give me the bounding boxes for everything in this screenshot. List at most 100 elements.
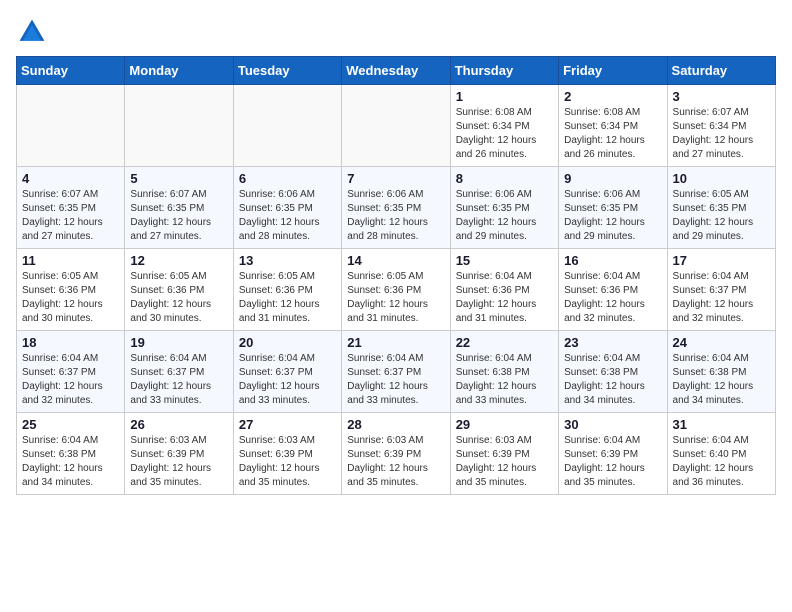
weekday-header-thursday: Thursday xyxy=(450,57,558,85)
weekday-header-tuesday: Tuesday xyxy=(233,57,341,85)
day-number: 18 xyxy=(22,335,119,350)
calendar-day-cell xyxy=(233,85,341,167)
day-info: Sunrise: 6:05 AM Sunset: 6:36 PM Dayligh… xyxy=(347,270,444,326)
day-info: Sunrise: 6:03 AM Sunset: 6:39 PM Dayligh… xyxy=(239,434,336,490)
day-info: Sunrise: 6:08 AM Sunset: 6:34 PM Dayligh… xyxy=(564,106,661,162)
day-number: 27 xyxy=(239,417,336,432)
day-info: Sunrise: 6:03 AM Sunset: 6:39 PM Dayligh… xyxy=(456,434,553,490)
calendar-week-row: 1 Sunrise: 6:08 AM Sunset: 6:34 PM Daylig… xyxy=(17,85,776,167)
day-info: Sunrise: 6:04 AM Sunset: 6:37 PM Dayligh… xyxy=(130,352,227,408)
day-number: 28 xyxy=(347,417,444,432)
day-info: Sunrise: 6:08 AM Sunset: 6:34 PM Dayligh… xyxy=(456,106,553,162)
calendar-day-cell: 22 Sunrise: 6:04 AM Sunset: 6:38 PM Dayli… xyxy=(450,331,558,413)
day-number: 5 xyxy=(130,171,227,186)
calendar-day-cell: 16 Sunrise: 6:04 AM Sunset: 6:36 PM Dayli… xyxy=(559,249,667,331)
calendar-day-cell: 31 Sunrise: 6:04 AM Sunset: 6:40 PM Dayli… xyxy=(667,413,775,495)
day-number: 3 xyxy=(673,89,770,104)
day-number: 6 xyxy=(239,171,336,186)
day-number: 1 xyxy=(456,89,553,104)
calendar-day-cell: 8Sunrise: 6:06 AM Sunset: 6:35 PM Daylig… xyxy=(450,167,558,249)
day-info: Sunrise: 6:04 AM Sunset: 6:37 PM Dayligh… xyxy=(347,352,444,408)
day-number: 16 xyxy=(564,253,661,268)
day-info: Sunrise: 6:04 AM Sunset: 6:38 PM Dayligh… xyxy=(564,352,661,408)
calendar-day-cell: 20 Sunrise: 6:04 AM Sunset: 6:37 PM Dayli… xyxy=(233,331,341,413)
calendar-day-cell: 7 Sunrise: 6:06 AM Sunset: 6:35 PM Daylig… xyxy=(342,167,450,249)
calendar-day-cell: 17 Sunrise: 6:04 AM Sunset: 6:37 PM Dayli… xyxy=(667,249,775,331)
day-info: Sunrise: 6:07 AM Sunset: 6:35 PM Dayligh… xyxy=(22,188,119,244)
calendar-day-cell xyxy=(17,85,125,167)
day-number: 29 xyxy=(456,417,553,432)
day-number: 7 xyxy=(347,171,444,186)
calendar-day-cell: 5 Sunrise: 6:07 AM Sunset: 6:35 PM Daylig… xyxy=(125,167,233,249)
calendar-day-cell: 24Sunrise: 6:04 AM Sunset: 6:38 PM Dayli… xyxy=(667,331,775,413)
day-info: Sunrise: 6:04 AM Sunset: 6:36 PM Dayligh… xyxy=(456,270,553,326)
weekday-header-monday: Monday xyxy=(125,57,233,85)
day-number: 31 xyxy=(673,417,770,432)
day-number: 12 xyxy=(130,253,227,268)
day-number: 4 xyxy=(22,171,119,186)
calendar-day-cell: 23 Sunrise: 6:04 AM Sunset: 6:38 PM Dayli… xyxy=(559,331,667,413)
calendar-week-row: 4 Sunrise: 6:07 AM Sunset: 6:35 PM Daylig… xyxy=(17,167,776,249)
calendar-day-cell: 6 Sunrise: 6:06 AM Sunset: 6:35 PM Daylig… xyxy=(233,167,341,249)
calendar-day-cell: 28Sunrise: 6:03 AM Sunset: 6:39 PM Dayli… xyxy=(342,413,450,495)
weekday-header-saturday: Saturday xyxy=(667,57,775,85)
day-info: Sunrise: 6:04 AM Sunset: 6:38 PM Dayligh… xyxy=(22,434,119,490)
calendar-day-cell: 13 Sunrise: 6:05 AM Sunset: 6:36 PM Dayli… xyxy=(233,249,341,331)
calendar-week-row: 25Sunrise: 6:04 AM Sunset: 6:38 PM Dayli… xyxy=(17,413,776,495)
day-number: 22 xyxy=(456,335,553,350)
calendar-day-cell: 15 Sunrise: 6:04 AM Sunset: 6:36 PM Dayli… xyxy=(450,249,558,331)
day-info: Sunrise: 6:07 AM Sunset: 6:34 PM Dayligh… xyxy=(673,106,770,162)
day-number: 19 xyxy=(130,335,227,350)
day-info: Sunrise: 6:04 AM Sunset: 6:37 PM Dayligh… xyxy=(239,352,336,408)
day-number: 13 xyxy=(239,253,336,268)
calendar-day-cell: 2 Sunrise: 6:08 AM Sunset: 6:34 PM Daylig… xyxy=(559,85,667,167)
logo-icon xyxy=(16,16,48,48)
calendar-table: SundayMondayTuesdayWednesdayThursdayFrid… xyxy=(16,56,776,495)
calendar-day-cell: 1 Sunrise: 6:08 AM Sunset: 6:34 PM Daylig… xyxy=(450,85,558,167)
day-info: Sunrise: 6:05 AM Sunset: 6:36 PM Dayligh… xyxy=(22,270,119,326)
day-number: 21 xyxy=(347,335,444,350)
day-number: 23 xyxy=(564,335,661,350)
weekday-header-row: SundayMondayTuesdayWednesdayThursdayFrid… xyxy=(17,57,776,85)
day-number: 24 xyxy=(673,335,770,350)
day-info: Sunrise: 6:04 AM Sunset: 6:40 PM Dayligh… xyxy=(673,434,770,490)
day-number: 17 xyxy=(673,253,770,268)
page-header xyxy=(16,16,776,48)
day-number: 15 xyxy=(456,253,553,268)
calendar-day-cell: 9 Sunrise: 6:06 AM Sunset: 6:35 PM Daylig… xyxy=(559,167,667,249)
calendar-day-cell: 12 Sunrise: 6:05 AM Sunset: 6:36 PM Dayli… xyxy=(125,249,233,331)
calendar-day-cell xyxy=(125,85,233,167)
day-info: Sunrise: 6:03 AM Sunset: 6:39 PM Dayligh… xyxy=(130,434,227,490)
calendar-day-cell: 10Sunrise: 6:05 AM Sunset: 6:35 PM Dayli… xyxy=(667,167,775,249)
calendar-day-cell: 27 Sunrise: 6:03 AM Sunset: 6:39 PM Dayli… xyxy=(233,413,341,495)
day-number: 9 xyxy=(564,171,661,186)
day-number: 11 xyxy=(22,253,119,268)
day-number: 30 xyxy=(564,417,661,432)
calendar-day-cell: 18 Sunrise: 6:04 AM Sunset: 6:37 PM Dayli… xyxy=(17,331,125,413)
day-info: Sunrise: 6:05 AM Sunset: 6:36 PM Dayligh… xyxy=(239,270,336,326)
calendar-day-cell: 11 Sunrise: 6:05 AM Sunset: 6:36 PM Dayli… xyxy=(17,249,125,331)
day-info: Sunrise: 6:04 AM Sunset: 6:36 PM Dayligh… xyxy=(564,270,661,326)
day-number: 2 xyxy=(564,89,661,104)
day-info: Sunrise: 6:07 AM Sunset: 6:35 PM Dayligh… xyxy=(130,188,227,244)
day-number: 14 xyxy=(347,253,444,268)
day-info: Sunrise: 6:04 AM Sunset: 6:37 PM Dayligh… xyxy=(22,352,119,408)
calendar-day-cell: 14 Sunrise: 6:05 AM Sunset: 6:36 PM Dayli… xyxy=(342,249,450,331)
day-info: Sunrise: 6:04 AM Sunset: 6:37 PM Dayligh… xyxy=(673,270,770,326)
calendar-day-cell: 26Sunrise: 6:03 AM Sunset: 6:39 PM Dayli… xyxy=(125,413,233,495)
calendar-week-row: 11 Sunrise: 6:05 AM Sunset: 6:36 PM Dayli… xyxy=(17,249,776,331)
calendar-day-cell: 25Sunrise: 6:04 AM Sunset: 6:38 PM Dayli… xyxy=(17,413,125,495)
day-info: Sunrise: 6:06 AM Sunset: 6:35 PM Dayligh… xyxy=(239,188,336,244)
calendar-day-cell: 30Sunrise: 6:04 AM Sunset: 6:39 PM Dayli… xyxy=(559,413,667,495)
calendar-day-cell: 21 Sunrise: 6:04 AM Sunset: 6:37 PM Dayli… xyxy=(342,331,450,413)
day-number: 20 xyxy=(239,335,336,350)
day-info: Sunrise: 6:05 AM Sunset: 6:35 PM Dayligh… xyxy=(673,188,770,244)
logo xyxy=(16,16,52,48)
calendar-day-cell: 3 Sunrise: 6:07 AM Sunset: 6:34 PM Daylig… xyxy=(667,85,775,167)
calendar-week-row: 18 Sunrise: 6:04 AM Sunset: 6:37 PM Dayli… xyxy=(17,331,776,413)
weekday-header-wednesday: Wednesday xyxy=(342,57,450,85)
day-info: Sunrise: 6:06 AM Sunset: 6:35 PM Dayligh… xyxy=(564,188,661,244)
day-info: Sunrise: 6:05 AM Sunset: 6:36 PM Dayligh… xyxy=(130,270,227,326)
day-info: Sunrise: 6:04 AM Sunset: 6:38 PM Dayligh… xyxy=(456,352,553,408)
day-info: Sunrise: 6:06 AM Sunset: 6:35 PM Dayligh… xyxy=(347,188,444,244)
